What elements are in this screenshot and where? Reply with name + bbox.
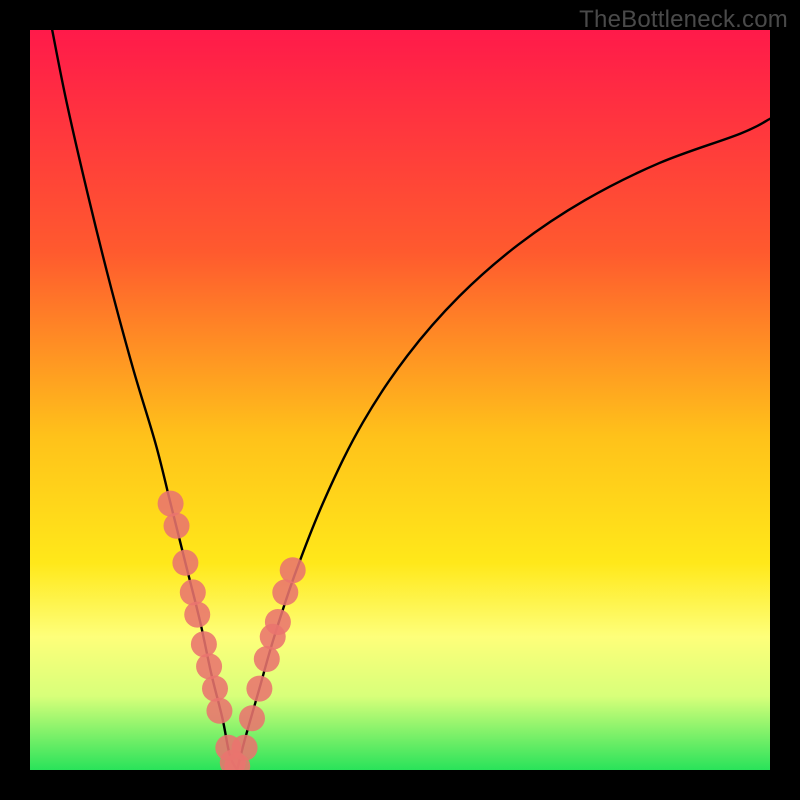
- marker-dot: [232, 735, 258, 761]
- plot-area: [30, 30, 770, 770]
- marker-dot: [196, 653, 222, 679]
- marker-dot: [172, 550, 198, 576]
- marker-dot: [202, 676, 228, 702]
- marker-dot: [265, 609, 291, 635]
- marker-dot: [191, 631, 217, 657]
- marker-dot: [164, 513, 190, 539]
- marker-dot: [239, 705, 265, 731]
- chart-container: TheBottleneck.com: [0, 0, 800, 800]
- marker-dot: [206, 698, 232, 724]
- marker-dot: [184, 602, 210, 628]
- marker-dot: [272, 579, 298, 605]
- marker-dot: [280, 557, 306, 583]
- marker-dot: [246, 676, 272, 702]
- watermark-text: TheBottleneck.com: [579, 6, 788, 34]
- marker-dot: [180, 579, 206, 605]
- marker-dot: [158, 491, 184, 517]
- gradient-background: [30, 30, 770, 770]
- bottleneck-chart: [30, 30, 770, 770]
- marker-dot: [254, 646, 280, 672]
